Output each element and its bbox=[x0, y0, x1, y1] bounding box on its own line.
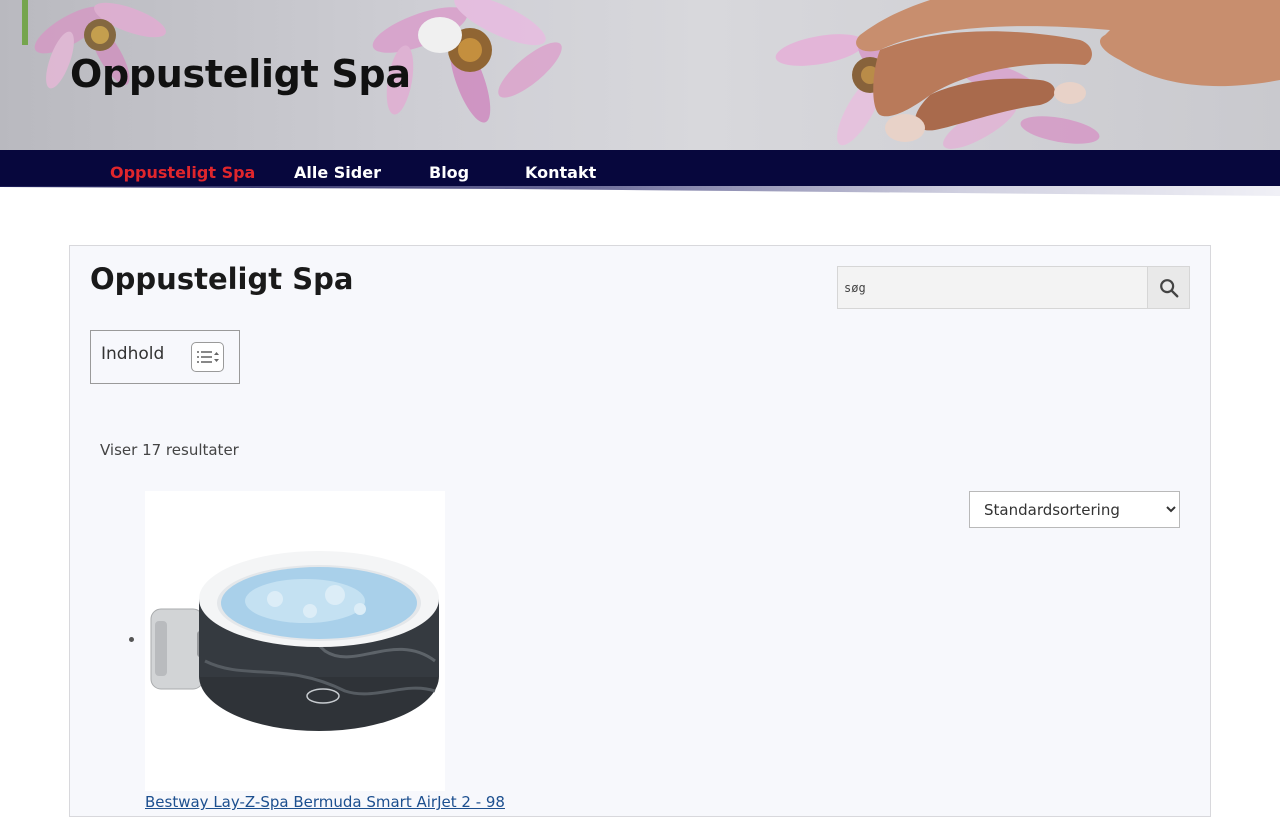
hot-tub-image bbox=[150, 551, 439, 731]
search-form bbox=[837, 266, 1190, 309]
search-icon bbox=[1159, 278, 1178, 297]
page-title: Oppusteligt Spa bbox=[90, 262, 354, 296]
list-bullet bbox=[129, 637, 134, 642]
nav-item-kontakt[interactable]: Kontakt bbox=[525, 163, 596, 182]
product-title-link[interactable]: Bestway Lay-Z-Spa Bermuda Smart AirJet 2… bbox=[145, 793, 505, 811]
toc-title: Indhold bbox=[101, 344, 165, 364]
search-input[interactable] bbox=[838, 267, 1148, 308]
nav-item-blog[interactable]: Blog bbox=[429, 163, 469, 182]
table-of-contents: Indhold bbox=[90, 330, 240, 384]
product-image[interactable] bbox=[145, 491, 445, 791]
nav-shadow bbox=[0, 186, 1280, 196]
site-title[interactable]: Oppusteligt Spa bbox=[70, 52, 411, 96]
nav-item-alle-sider[interactable]: Alle Sider bbox=[294, 163, 381, 182]
nav-item-oppusteligt-spa[interactable]: Oppusteligt Spa bbox=[110, 163, 255, 182]
list-toggle-icon bbox=[196, 351, 219, 363]
toc-toggle-button[interactable] bbox=[191, 342, 224, 372]
result-count: Viser 17 resultater bbox=[100, 441, 239, 459]
header-banner: Oppusteligt Spa bbox=[0, 0, 1280, 150]
search-button[interactable] bbox=[1147, 267, 1189, 308]
sort-select[interactable]: Standardsortering bbox=[969, 491, 1180, 528]
